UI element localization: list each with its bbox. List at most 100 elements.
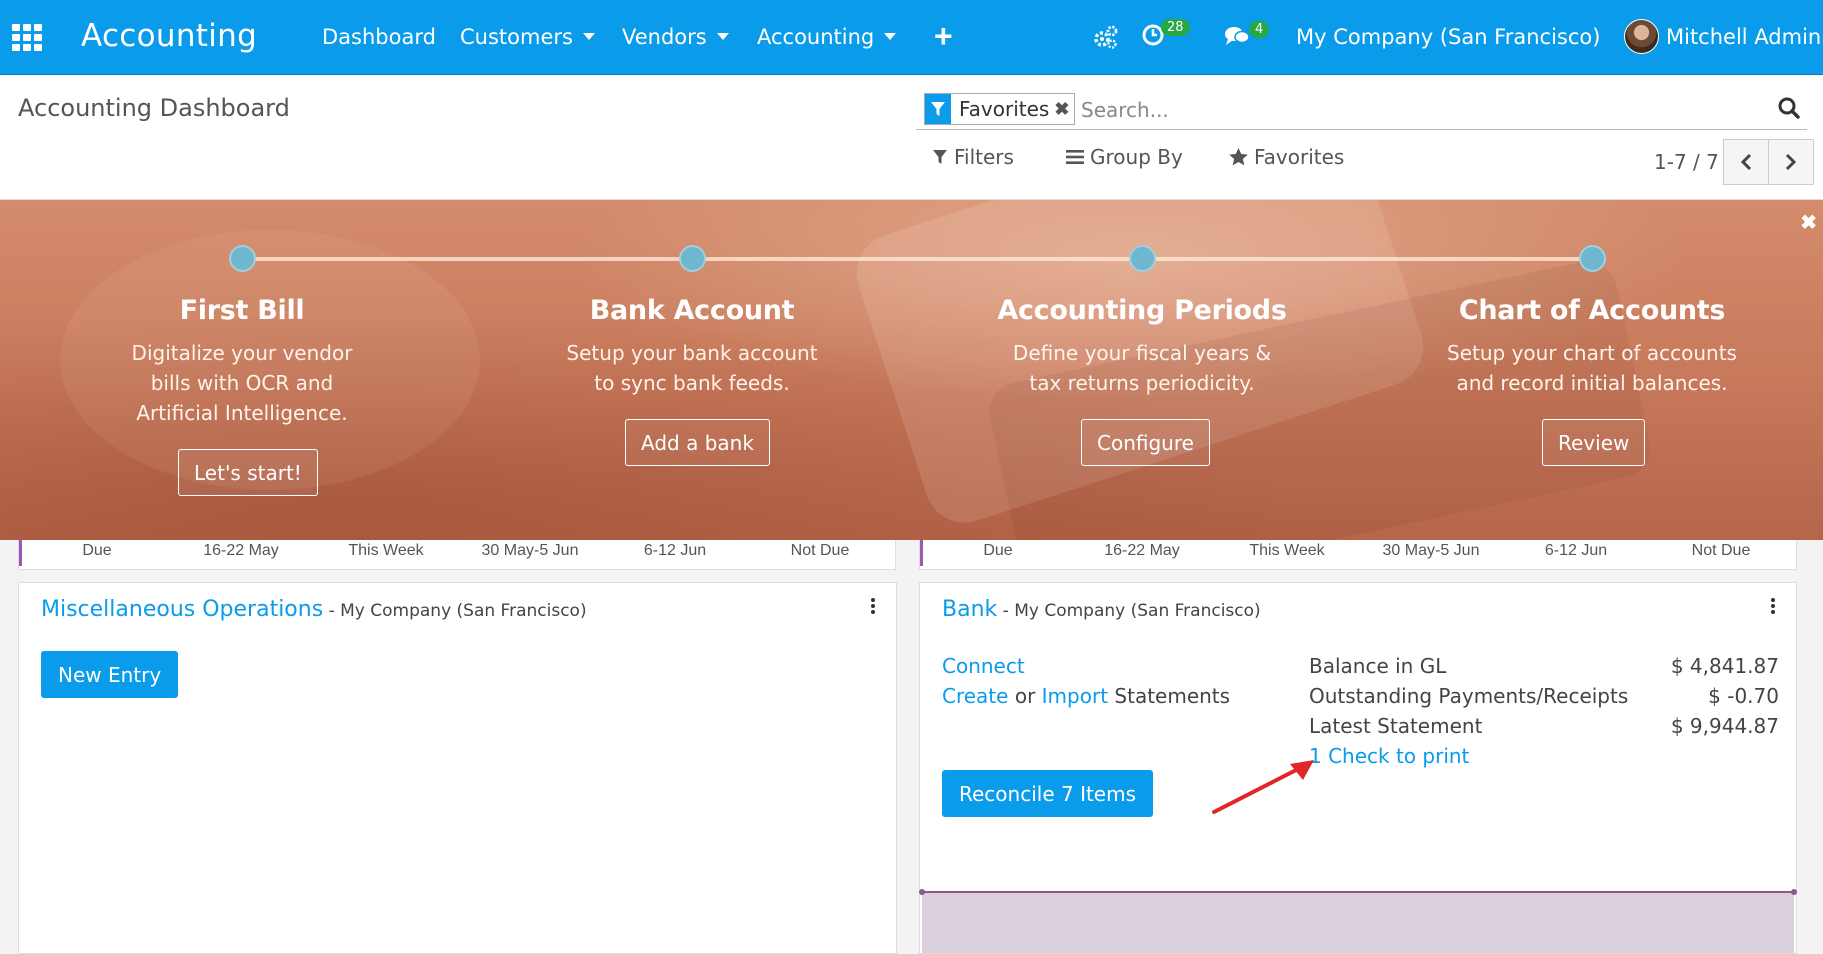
menu-customers[interactable]: Customers: [460, 25, 595, 49]
connect-link[interactable]: Connect: [942, 654, 1025, 678]
filter-icon: [933, 150, 947, 164]
aging-label[interactable]: 6-12 Jun: [1545, 542, 1607, 560]
aging-label[interactable]: 30 May-5 Jun: [482, 542, 579, 560]
journal-title[interactable]: Miscellaneous Operations - My Company (S…: [41, 597, 587, 622]
activity-count-badge: 28: [1161, 19, 1190, 36]
aging-label[interactable]: Due: [82, 542, 111, 560]
journal-name[interactable]: Bank: [942, 597, 997, 622]
aging-strip-marker: [19, 540, 22, 566]
or-text: or: [1008, 684, 1042, 708]
reconcile-button[interactable]: Reconcile 7 Items: [942, 770, 1154, 817]
pager-value[interactable]: 1-7 / 7: [1654, 150, 1719, 174]
menu-dashboard[interactable]: Dashboard: [322, 25, 436, 49]
configure-button[interactable]: Configure: [1081, 419, 1210, 466]
progress-line: [242, 257, 1592, 261]
red-arrow-annotation: [1212, 760, 1314, 814]
aging-label[interactable]: This Week: [348, 542, 423, 560]
filter-icon: [925, 94, 951, 124]
apps-grid-icon[interactable]: [12, 24, 42, 51]
step-description: Setup your bank account to sync bank fee…: [566, 341, 818, 395]
new-entry-button[interactable]: New Entry: [41, 651, 179, 698]
menu-label: Accounting: [757, 25, 875, 49]
step-dot[interactable]: [229, 245, 256, 272]
bank-card: Bank - My Company (San Francisco) Connec…: [919, 582, 1797, 954]
step-dot[interactable]: [1579, 245, 1606, 272]
avatar[interactable]: [1624, 19, 1659, 54]
step-description: Setup your chart of accounts and record …: [1447, 341, 1737, 395]
stat-value: $ -0.70: [1708, 684, 1779, 708]
stat-row[interactable]: Outstanding Payments/Receipts $ -0.70: [1309, 681, 1779, 711]
pager-previous-button[interactable]: [1723, 139, 1769, 185]
chat-icon[interactable]: [1224, 25, 1250, 52]
aging-label[interactable]: 6-12 Jun: [644, 542, 706, 560]
step-description: Digitalize your vendor bills with OCR an…: [131, 341, 353, 425]
page-title: Accounting Dashboard: [18, 94, 290, 122]
checks-to-print-link[interactable]: 1 Check to print: [1309, 744, 1469, 768]
star-icon: [1229, 148, 1248, 166]
stat-label: Outstanding Payments/Receipts: [1309, 684, 1629, 708]
kebab-menu-icon[interactable]: [870, 598, 876, 618]
aging-label[interactable]: 30 May-5 Jun: [1383, 542, 1480, 560]
settings-gears-icon[interactable]: [1093, 24, 1119, 55]
stat-row[interactable]: Balance in GL $ 4,841.87: [1309, 651, 1779, 681]
aging-label[interactable]: This Week: [1249, 542, 1324, 560]
review-button[interactable]: Review: [1542, 419, 1646, 466]
search-input[interactable]: [1081, 96, 1731, 124]
menu-label: Dashboard: [322, 25, 436, 49]
aging-strip-left: Due 16-22 May This Week 30 May-5 Jun 6-1…: [18, 540, 896, 570]
close-icon[interactable]: ✖: [1800, 210, 1817, 235]
facet-remove-icon[interactable]: ✖: [1054, 99, 1074, 120]
create-link[interactable]: Create: [942, 684, 1008, 708]
chevron-left-icon: [1740, 153, 1752, 171]
group-by-button[interactable]: Group By: [1066, 145, 1183, 169]
step-dot[interactable]: [679, 245, 706, 272]
favorites-facet[interactable]: Favorites ✖: [924, 93, 1076, 125]
stat-label: Balance in GL: [1309, 654, 1447, 678]
bank-balance-graph[interactable]: [919, 889, 1797, 953]
pager-next-button[interactable]: [1768, 139, 1814, 185]
filters-label: Filters: [954, 145, 1014, 169]
user-menu[interactable]: Mitchell Admin: [1666, 25, 1821, 49]
company-switcher[interactable]: My Company (San Francisco): [1296, 25, 1600, 49]
stat-label: Latest Statement: [1309, 714, 1483, 738]
search-icon[interactable]: [1777, 96, 1803, 122]
stat-value: $ 9,944.87: [1670, 714, 1779, 738]
journal-name[interactable]: Miscellaneous Operations: [41, 597, 323, 622]
quick-create-plus-icon[interactable]: +: [934, 18, 953, 55]
top-navbar: Accounting Dashboard Customers Vendors A…: [0, 0, 1823, 75]
journal-company: - My Company (San Francisco): [997, 601, 1261, 621]
graph-point: [1791, 889, 1797, 895]
statements-text: Statements: [1108, 684, 1231, 708]
lets-start-button[interactable]: Let's start!: [178, 449, 318, 496]
stat-row[interactable]: Latest Statement $ 9,944.87: [1309, 711, 1779, 741]
app-brand[interactable]: Accounting: [81, 18, 257, 54]
bars-icon: [1066, 150, 1084, 164]
aging-label[interactable]: 16-22 May: [1104, 542, 1180, 560]
menu-vendors[interactable]: Vendors: [622, 25, 729, 49]
caret-down-icon: [884, 32, 897, 40]
journal-title[interactable]: Bank - My Company (San Francisco): [942, 597, 1261, 622]
bank-stats: Balance in GL $ 4,841.87 Outstanding Paym…: [1309, 651, 1779, 771]
step-title: Accounting Periods: [997, 295, 1287, 326]
step-description: Define your fiscal years & tax returns p…: [1012, 341, 1272, 395]
step-dot[interactable]: [1129, 245, 1156, 272]
aging-strip-right: Due 16-22 May This Week 30 May-5 Jun 6-1…: [919, 540, 1797, 570]
add-a-bank-button[interactable]: Add a bank: [625, 419, 770, 466]
aging-label[interactable]: Not Due: [1692, 542, 1751, 560]
misc-operations-card: Miscellaneous Operations - My Company (S…: [18, 582, 897, 954]
favorites-button[interactable]: Favorites: [1229, 145, 1344, 169]
menu-label: Customers: [460, 25, 573, 49]
step-title: Bank Account: [589, 295, 795, 326]
caret-down-icon: [582, 32, 595, 40]
kebab-menu-icon[interactable]: [1770, 598, 1776, 618]
filters-button[interactable]: Filters: [932, 145, 1014, 169]
aging-label[interactable]: 16-22 May: [203, 542, 279, 560]
bank-actions: Connect Create or Import Statements: [942, 651, 1230, 711]
search-bar: Favorites ✖: [916, 90, 1807, 130]
import-link[interactable]: Import: [1042, 684, 1108, 708]
menu-accounting[interactable]: Accounting: [757, 25, 897, 49]
aging-label[interactable]: Due: [983, 542, 1012, 560]
aging-label[interactable]: Not Due: [791, 542, 850, 560]
graph-point: [919, 889, 925, 895]
journal-company: - My Company (San Francisco): [323, 601, 587, 621]
